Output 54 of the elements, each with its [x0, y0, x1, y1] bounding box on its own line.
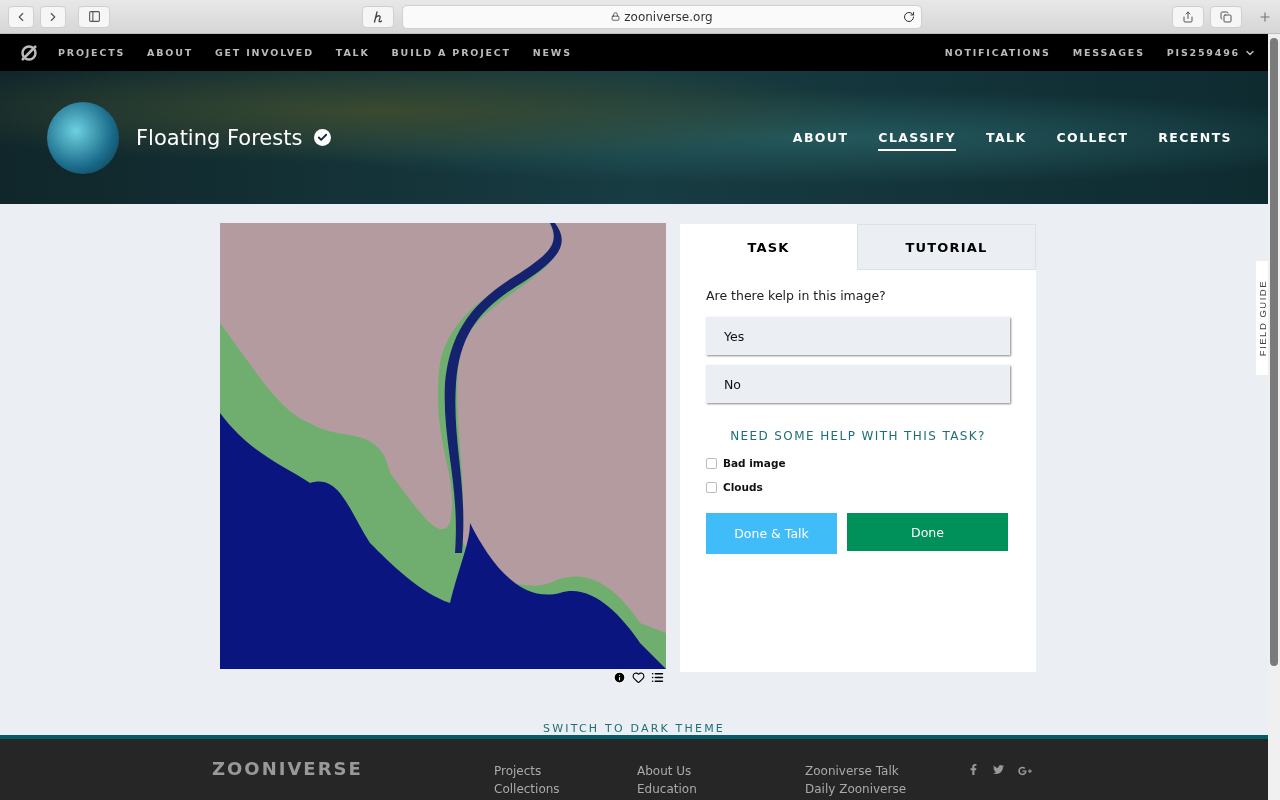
google-plus-icon[interactable] — [1018, 764, 1032, 778]
extension-button[interactable] — [362, 5, 394, 28]
nav-link[interactable]: PROJECTS — [58, 47, 126, 58]
help-link[interactable]: NEED SOME HELP WITH THIS TASK? — [730, 429, 986, 443]
reload-icon[interactable] — [903, 10, 915, 23]
footer-link[interactable]: Zooniverse Talk — [805, 764, 968, 778]
checkbox-label: Bad image — [723, 457, 786, 469]
footer-link[interactable]: Education — [637, 782, 805, 796]
project-tab[interactable]: RECENTS — [1158, 124, 1232, 151]
project-title: Floating Forests — [136, 125, 303, 150]
footer-logo: ZOONIVERSE — [212, 758, 364, 781]
nav-link[interactable]: NEWS — [532, 47, 572, 58]
script-h-icon — [373, 10, 383, 23]
checkbox[interactable] — [706, 481, 717, 493]
back-button[interactable] — [8, 5, 34, 28]
project-tab[interactable]: COLLECT — [1056, 124, 1129, 151]
footer-link[interactable]: Projects — [494, 764, 637, 778]
checkbox-label: Clouds — [723, 481, 763, 493]
task-question: Are there kelp in this image? — [706, 288, 887, 303]
twitter-icon[interactable] — [993, 764, 1004, 775]
sidebar-toggle-button[interactable] — [78, 5, 110, 28]
footer-link[interactable]: About Us — [637, 764, 805, 778]
theme-toggle-link[interactable]: SWITCH TO DARK THEME — [542, 722, 725, 735]
tabs-icon — [1220, 10, 1232, 23]
heart-icon[interactable] — [632, 671, 645, 684]
checkbox[interactable] — [706, 457, 717, 469]
project-tab[interactable]: CLASSIFY — [878, 124, 957, 151]
answer-option[interactable]: Yes — [706, 317, 1010, 355]
facebook-icon[interactable] — [968, 764, 979, 775]
nav-link[interactable]: TALK — [335, 47, 370, 58]
nav-link[interactable]: NOTIFICATIONS — [944, 47, 1051, 58]
project-tab[interactable]: ABOUT — [792, 124, 849, 151]
share-icon — [1182, 10, 1194, 23]
list-icon[interactable] — [651, 671, 664, 684]
nav-link[interactable]: MESSAGES — [1072, 47, 1145, 58]
url-text: zooniverse.org — [624, 9, 713, 24]
nav-link[interactable]: BUILD A PROJECT — [391, 47, 511, 58]
forward-button[interactable] — [40, 5, 66, 28]
scrollbar[interactable] — [1268, 34, 1280, 800]
field-guide-tab[interactable]: FIELD GUIDE — [1256, 261, 1268, 375]
footer-link[interactable]: Daily Zooniverse — [805, 782, 968, 796]
zooniverse-logo-icon — [20, 43, 38, 62]
info-icon[interactable] — [613, 671, 626, 684]
panel-tab[interactable]: TUTORIAL — [857, 224, 1036, 270]
nav-link[interactable]: GET INVOLVED — [214, 47, 314, 58]
sidebar-icon — [87, 10, 101, 23]
done-button[interactable]: Done — [847, 513, 1008, 551]
nav-link[interactable]: ABOUT — [147, 47, 193, 58]
lock-icon — [611, 12, 621, 21]
address-bar[interactable]: zooniverse.org — [402, 4, 922, 29]
username-text: PIS259496 — [1166, 47, 1240, 58]
answer-option[interactable]: No — [706, 365, 1010, 403]
project-tab[interactable]: TALK — [986, 124, 1027, 151]
footer-link[interactable]: Collections — [494, 782, 637, 796]
